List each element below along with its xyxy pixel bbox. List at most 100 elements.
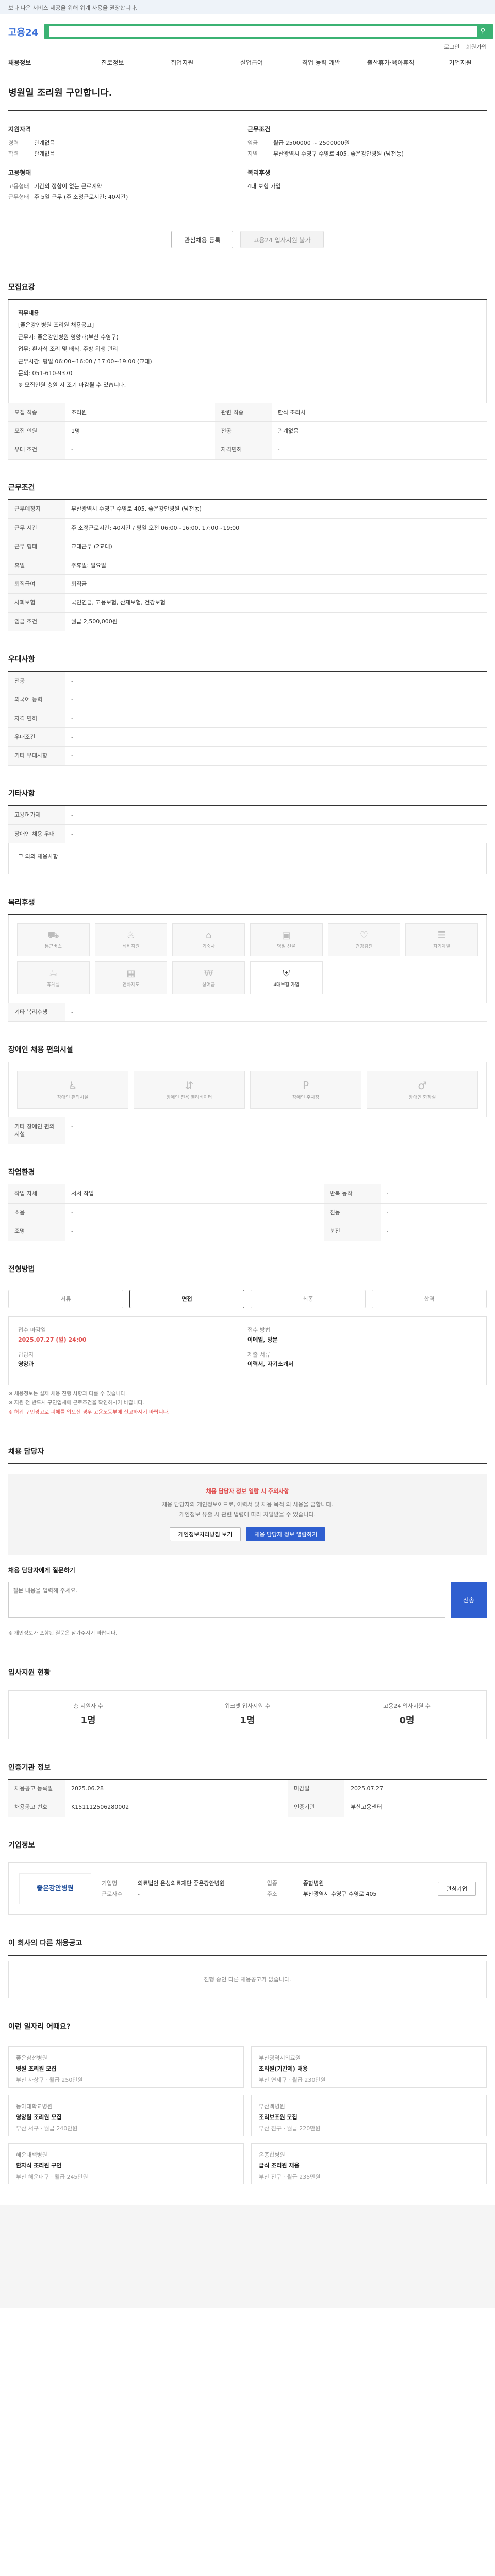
posting-section-title: 인증기관 정보 [8,1739,487,1780]
nav-item-training[interactable]: 직업 능력 개발 [286,59,356,67]
table-header: 전공 [214,421,272,441]
meal-icon: ♨ [126,930,136,941]
stat-value: 1명 [240,1715,255,1726]
table-header: 작업 자세 [8,1184,65,1204]
job-card[interactable]: 온종합병원 급식 조리원 채용 부산 진구 · 월급 235만원 [251,2143,487,2185]
table-cell: - [65,806,487,825]
summary-key: 지역 [248,150,258,158]
table-header: 근무 시간 [8,518,65,538]
job-card[interactable]: 좋은삼선병원 병원 조리원 모집 부산 사상구 · 월급 250만원 [8,2046,244,2088]
job-card-title[interactable]: 조리원(기간제) 채용 [259,2065,479,2073]
job-card-title[interactable]: 환자식 조리원 구인 [16,2162,236,2170]
table-cell: - [65,690,487,709]
favorite-company-button[interactable]: 관심기업 [437,1882,476,1896]
contact-value: 영양과 [18,1361,34,1368]
nav-item-company[interactable]: 기업지원 [425,59,495,67]
table-row: 소음 - 진동 - [8,1203,487,1223]
note-line: ※ 허위 구인광고로 피해를 입으신 경우 고용노동부에 신고하시기 바랍니다. [8,1409,170,1415]
table-cell: - [65,727,487,747]
privacy-policy-button[interactable]: 개인정보처리방침 보기 [169,1527,241,1541]
table-cell: - [380,1184,487,1204]
table-header: 반복 동작 [323,1184,381,1204]
job-card[interactable]: 부산광역시의료원 조리원(기간제) 채용 부산 연제구 · 월급 230만원 [251,2046,487,2088]
disabled-item: ⇵ 장애인 전용 엘리베이터 [134,1071,245,1109]
env-section-title: 작업환경 [8,1144,487,1185]
company-key: 근로자수 [102,1891,123,1898]
table-row: 모집 인원 1명 전공 관계없음 [8,421,487,441]
table-row: 근무 시간 주 소정근로시간: 40시간 / 평일 오전 06:00~16:00,… [8,518,487,538]
table-header: 우대조건 [8,727,65,747]
job-card-company: 부산광역시의료원 [259,2055,301,2062]
process-step: 서류 [8,1290,123,1309]
duty-line: 근무시간: 평일 06:00~16:00 / 17:00~19:00 (교대) [18,358,152,365]
job-card-title[interactable]: 급식 조리원 채용 [259,2162,479,2170]
table-header: 진동 [323,1203,381,1223]
job-card[interactable]: 해운대백병원 환자식 조리원 구인 부산 해운대구 · 월급 245만원 [8,2143,244,2185]
deadline-label: 접수 마감일 [18,1327,46,1334]
table-cell: 조리원 [65,403,215,422]
consult-line: 채용 담당자의 개인정보이므로, 이력서 및 채용 목적 외 사용을 금합니다. [162,1501,333,1508]
interest-button[interactable]: 관심채용 등록 [171,231,234,249]
welfare-label: 상여금 [202,982,216,988]
welfare-item: ☕ 휴게실 [17,961,90,995]
summary-value: 관계없음 [34,150,55,158]
table-header: 관련 직종 [214,403,272,422]
table-cell: 관계없음 [271,421,487,441]
apply-button[interactable]: 고용24 입사지원 불가 [240,231,324,249]
table-header: 자격면허 [214,440,272,460]
notice-text: 보다 나은 서비스 제공을 위해 위계 사용을 권장합니다. [8,5,138,11]
book-icon: ☰ [437,930,446,941]
nav-item-leave[interactable]: 출산휴가·육아휴직 [356,59,425,67]
car-icon: ⛟ [47,930,59,941]
welfare-item: ₩ 상여금 [172,961,245,995]
table-header: 소음 [8,1203,65,1223]
summary-key: 임금 [248,139,258,146]
job-card-title[interactable]: 영양팀 조리원 모집 [16,2113,236,2121]
job-card-title[interactable]: 조리보조원 모집 [259,2113,479,2121]
table-header: 장애인 채용 우대 [8,824,65,844]
table-cell: K151112506280002 [65,1798,288,1817]
stats-section-title: 입사지원 현황 [8,1645,487,1685]
table-row: 임금 조건 월급 2,500,000원 [8,612,487,632]
nav-item-employment-support[interactable]: 취업지원 [147,59,217,67]
table-row: 자격 면허 - [8,709,487,728]
view-contact-button[interactable]: 채용 담당자 정보 열람하기 [246,1527,326,1541]
table-row: 조명 - 분진 - [8,1222,487,1241]
table-row: 근무 형태 교대근무 (2교대) [8,537,487,556]
company-section-title: 기업정보 [8,1817,487,1858]
summary-key: 학력 [8,150,19,158]
table-row: 근무예정지 부산광역시 수영구 수영로 405, 좋은강안병원 (남천동) [8,500,487,519]
parking-icon: P [302,1079,309,1092]
other-jobs-empty: 진행 중인 다른 채용공고가 없습니다. [8,1961,487,1999]
duty-line: 업무: 환자식 조리 및 배식, 주방 위생 관리 [18,346,118,353]
job-card-meta: 부산 진구 · 월급 220만원 [259,2125,321,2132]
site-logo[interactable]: 고용24 [8,26,39,38]
nav-item-jobs[interactable]: 채용정보 [8,59,78,67]
inquiry-send-button[interactable]: 전송 [451,1582,487,1618]
nav-item-career[interactable]: 진로정보 [78,59,147,67]
table-row: 퇴직급여 퇴직금 [8,574,487,594]
welfare-label: 명절 선물 [277,944,296,950]
table-cell: 주 소정근로시간: 40시간 / 평일 오전 06:00~16:00, 17:0… [65,518,487,538]
work-table: 근무예정지 부산광역시 수영구 수영로 405, 좋은강안병원 (남천동) 근무 … [8,500,487,632]
job-card-title[interactable]: 병원 조리원 모집 [16,2065,236,2073]
inquiry-textarea[interactable] [8,1582,446,1618]
welfare-label: 4대보험 가입 [273,982,300,988]
etc-section-title: 기타사항 [8,766,487,806]
job-card-meta: 부산 진구 · 월급 235만원 [259,2173,321,2180]
login-link[interactable]: 로그인 [444,43,459,55]
search-input[interactable] [50,26,478,37]
signup-link[interactable]: 회원가입 [466,43,487,55]
consult-section-title: 채용 담당자 [8,1423,487,1464]
job-card[interactable]: 동아대학교병원 영양팀 조리원 모집 부산 서구 · 월급 240만원 [8,2095,244,2137]
table-cell: 부산광역시 수영구 수영로 405, 좋은강안병원 (남천동) [65,500,487,519]
job-title: 병원일 조리원 구인합니다. [8,72,487,111]
table-header: 외국어 능력 [8,690,65,709]
job-card-company: 동아대학교병원 [16,2103,53,2110]
job-card-company: 해운대백병원 [16,2151,47,2159]
job-card[interactable]: 부산백병원 조리보조원 모집 부산 진구 · 월급 220만원 [251,2095,487,2137]
welfare-label: 자기계발 [433,944,451,950]
nav-item-unemployment[interactable]: 실업급여 [217,59,287,67]
search-icon[interactable]: ⚲ [477,27,488,36]
gift-icon: ▣ [282,930,291,941]
